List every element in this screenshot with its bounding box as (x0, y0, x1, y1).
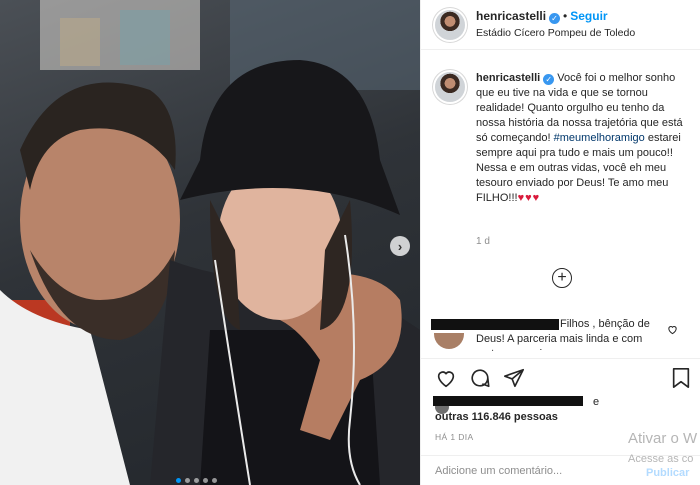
carousel-dot (176, 478, 181, 483)
verified-icon: ✓ (549, 13, 561, 24)
chevron-right-icon: › (397, 238, 403, 254)
publish-button[interactable]: Publicar (646, 467, 689, 479)
comment-like-button[interactable] (667, 322, 678, 340)
avatar[interactable] (435, 10, 465, 40)
windows-activation-subtext: Acesse as co (628, 453, 694, 465)
comment-icon (471, 369, 490, 388)
redacted-liker (433, 396, 583, 406)
post-side-panel: henricastelli ✓ • Seguir Estádio Cícero Pom… (420, 0, 700, 485)
follow-button[interactable]: Seguir (570, 9, 607, 23)
photo-illustration (0, 0, 420, 485)
post-photo[interactable]: › (0, 0, 420, 485)
plus-circle-icon[interactable]: + (552, 268, 572, 288)
caption-username-link[interactable]: henricastelli (476, 72, 540, 84)
heart-icon (437, 371, 455, 388)
action-bar (421, 358, 700, 398)
username-link[interactable]: henricastelli (476, 9, 546, 23)
bookmark-icon (672, 368, 690, 388)
comment-body: Filhos , bênção de Deus! A parceria mais… (476, 318, 650, 351)
caption-text: henricastelli ✓ Você foi o melhor sonho q… (476, 71, 690, 206)
save-button[interactable] (671, 367, 691, 394)
carousel-dot (185, 478, 190, 483)
hashtag-link[interactable]: #meumelhoramigo (554, 132, 645, 144)
likes-others-link[interactable]: outras 116.846 pessoas (435, 411, 558, 423)
location-link[interactable]: Estádio Cícero Pompeu de Toledo (476, 27, 635, 39)
hearts-emoji: ♥♥♥ (517, 192, 541, 204)
caption-time[interactable]: 1 d (476, 236, 490, 247)
comment-item: Filhos , bênção de Deus! A parceria mais… (421, 315, 700, 351)
carousel-dot (194, 478, 199, 483)
windows-activation-watermark: Ativar o W (628, 430, 698, 447)
carousel-dot (203, 478, 208, 483)
comment-button[interactable] (469, 367, 491, 394)
share-icon (504, 368, 524, 388)
verified-icon: ✓ (543, 74, 555, 85)
caption-avatar[interactable] (435, 72, 465, 102)
carousel-dot (212, 478, 217, 483)
post-header: henricastelli ✓ • Seguir Estádio Cícero Pom… (421, 0, 700, 50)
comment-input[interactable] (435, 465, 615, 477)
likes-count-row: outras 116.846 pessoas (435, 411, 558, 423)
separator-dot: • (563, 9, 568, 23)
like-button[interactable] (435, 367, 457, 394)
likes-prefix: e (593, 396, 600, 408)
post-timestamp[interactable]: HÁ 1 DIA (435, 432, 474, 442)
carousel-dots (176, 478, 217, 483)
comment-avatar[interactable] (434, 333, 464, 349)
carousel-next-button[interactable]: › (390, 236, 410, 256)
heart-icon (668, 326, 677, 335)
header-username-row: henricastelli ✓ • Seguir (476, 9, 608, 24)
share-button[interactable] (503, 367, 525, 394)
load-more-label: + (557, 269, 567, 286)
comment-text: Filhos , bênção de Deus! A parceria mais… (476, 317, 666, 351)
